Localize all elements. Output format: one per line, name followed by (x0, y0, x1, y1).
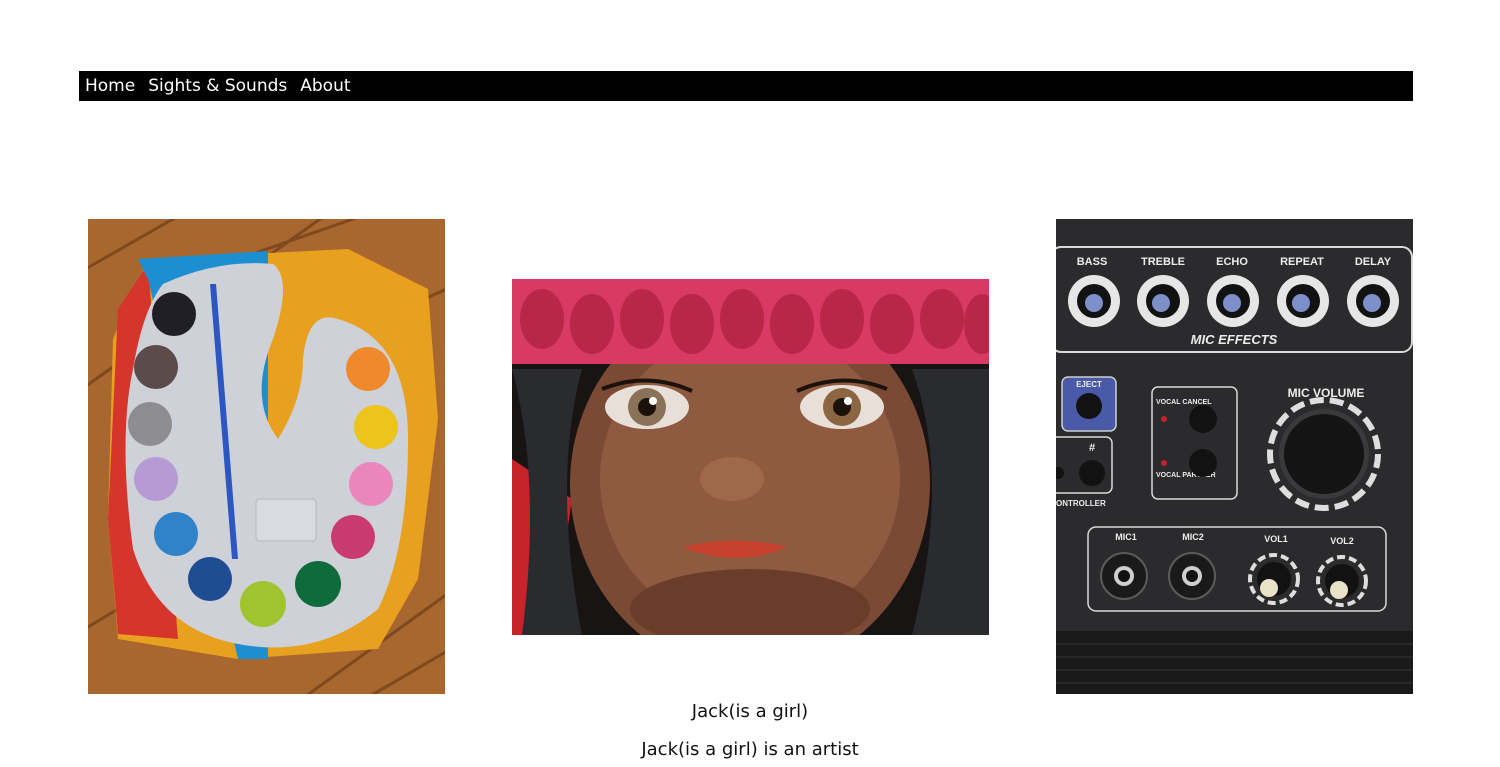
delay-label: DELAY (1355, 256, 1392, 268)
caption-title: Jack(is a girl) (691, 701, 809, 722)
vocal-cancel-label: VOCAL CANCEL (1156, 399, 1212, 406)
caption-subtitle: Jack(is a girl) is an artist (641, 739, 859, 760)
mic1-label: MIC1 (1115, 532, 1137, 542)
echo-label: ECHO (1216, 256, 1248, 268)
repeat-label: REPEAT (1280, 256, 1324, 268)
mic-effects-label: MIC EFFECTS (1191, 332, 1278, 347)
paint-palette-photo[interactable] (88, 219, 445, 694)
top-navbar: Home Sights & Sounds About (79, 71, 1413, 101)
vol1-label: VOL1 (1264, 534, 1288, 544)
mic2-label: MIC2 (1182, 532, 1204, 542)
hash-label: # (1089, 442, 1095, 454)
vol2-label: VOL2 (1330, 536, 1354, 546)
doll-face-image (512, 279, 989, 635)
mic-volume-label: MIC VOLUME (1288, 386, 1365, 400)
nav-home-link[interactable]: Home (85, 76, 135, 96)
doll-face-photo[interactable] (512, 279, 989, 635)
bass-label: BASS (1077, 256, 1108, 268)
eject-label: EJECT (1076, 380, 1102, 389)
amp-control-panel-image: BASS TREBLE ECHO REPEAT DELAY MIC EFFECT… (1056, 219, 1413, 694)
nav-about-link[interactable]: About (300, 76, 350, 96)
nav-sights-sounds-link[interactable]: Sights & Sounds (148, 76, 287, 96)
controller-label: ONTROLLER (1056, 499, 1106, 508)
amp-control-panel-photo[interactable]: BASS TREBLE ECHO REPEAT DELAY MIC EFFECT… (1056, 219, 1413, 694)
treble-label: TREBLE (1141, 256, 1185, 268)
paint-palette-image (88, 219, 445, 694)
